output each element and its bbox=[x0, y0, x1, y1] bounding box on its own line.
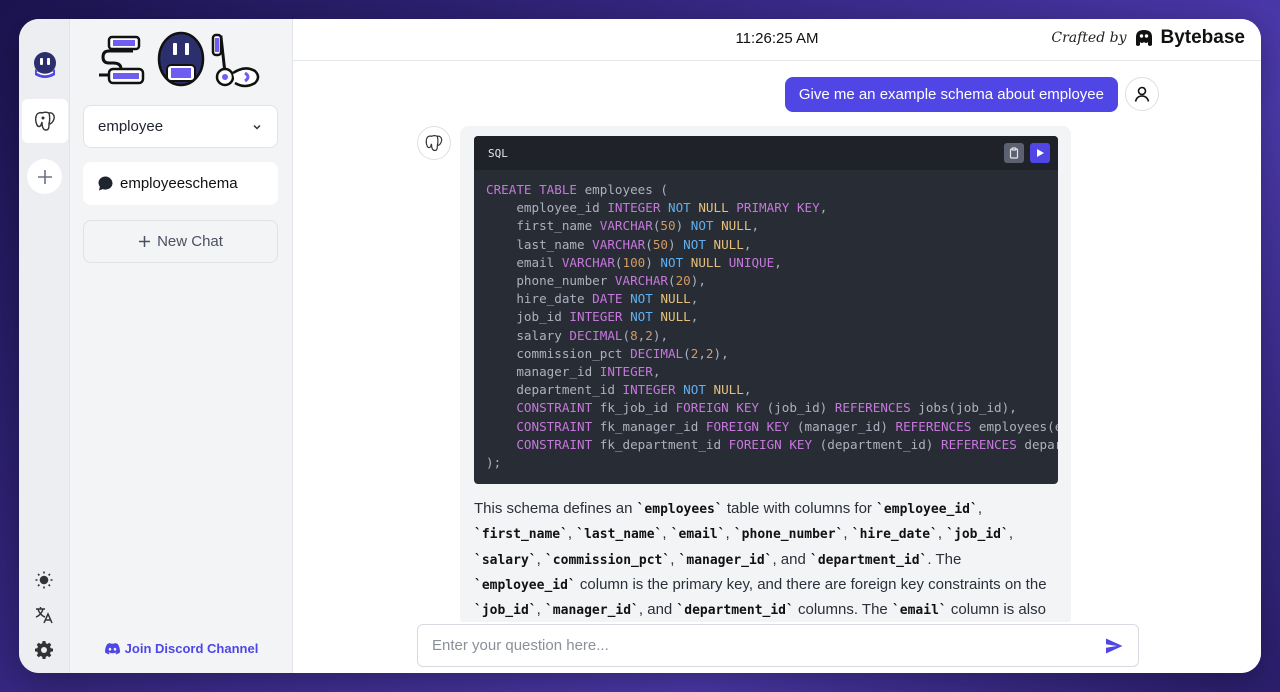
new-chat-label: New Chat bbox=[157, 233, 223, 250]
inline-code: `commission_pct` bbox=[544, 552, 671, 568]
bytebase-logo-icon bbox=[1135, 30, 1152, 46]
code-line: ); bbox=[486, 455, 502, 471]
code-line: CONSTRAINT fk_department_id FOREIGN KEY … bbox=[516, 436, 1058, 452]
inline-code: `department_id` bbox=[810, 552, 928, 568]
explanation-text: , bbox=[1008, 525, 1013, 543]
inline-code: `department_id` bbox=[676, 603, 794, 619]
crafted-by-link[interactable]: Crafted by Bytebase bbox=[1051, 27, 1245, 49]
app-window: employee employeeschema New Chat Join Di… bbox=[19, 19, 1261, 673]
explanation-text: table with columns for bbox=[722, 500, 877, 518]
code-line: hire_date DATE NOT NULL, bbox=[486, 291, 699, 307]
chat-main: 11:26:25 AM Crafted by Bytebase Give me … bbox=[293, 19, 1261, 673]
sql-code: CREATE TABLE employees ( employee_id INT… bbox=[474, 170, 1058, 484]
icon-rail bbox=[19, 19, 70, 673]
chat-scroll-area[interactable]: Give me an example schema about employee… bbox=[293, 62, 1261, 622]
user-avatar-icon bbox=[1125, 77, 1159, 111]
explanation-text: , bbox=[670, 550, 679, 568]
postgres-connection-icon[interactable] bbox=[22, 99, 68, 143]
explanation-text: , bbox=[725, 525, 734, 543]
code-header: SQL bbox=[474, 136, 1058, 170]
discord-icon bbox=[104, 642, 120, 654]
discord-label: Join Discord Channel bbox=[124, 641, 259, 656]
code-line: manager_id INTEGER, bbox=[486, 364, 661, 380]
code-line: CONSTRAINT fk_job_id FOREIGN KEY (job_id… bbox=[516, 400, 1017, 416]
chevron-down-icon bbox=[253, 124, 261, 130]
code-line: phone_number VARCHAR(20), bbox=[486, 273, 706, 289]
explanation-text: This schema defines an bbox=[474, 500, 637, 518]
inline-code: `manager_id` bbox=[678, 552, 773, 568]
code-line: employee_id INTEGER NOT NULL PRIMARY KEY… bbox=[486, 200, 828, 216]
explanation-text: columns. The bbox=[793, 601, 892, 619]
brand-name: Bytebase bbox=[1160, 27, 1246, 48]
run-query-button[interactable] bbox=[1030, 143, 1050, 163]
inline-code: `employee_id` bbox=[474, 577, 576, 593]
crafted-by-label: Crafted by bbox=[1051, 30, 1127, 46]
clipboard-icon bbox=[1009, 147, 1019, 159]
copy-code-button[interactable] bbox=[1004, 143, 1024, 163]
code-line: commission_pct DECIMAL(2,2), bbox=[486, 345, 729, 361]
explanation-text: , and bbox=[638, 601, 677, 619]
code-line: first_name VARCHAR(50) NOT NULL, bbox=[486, 218, 760, 234]
inline-code: `last_name` bbox=[576, 527, 663, 543]
assistant-explanation: This schema defines an `employees` table… bbox=[474, 497, 1058, 622]
explanation-text: , bbox=[843, 525, 852, 543]
assistant-message: SQL CREATE TABLE employees ( employee_id… bbox=[460, 126, 1071, 622]
inline-code: `employees` bbox=[636, 502, 723, 518]
inline-code: `salary` bbox=[474, 552, 537, 568]
assistant-postgres-icon bbox=[417, 126, 451, 160]
theme-toggle-icon[interactable] bbox=[33, 569, 55, 591]
code-line: CREATE TABLE employees ( bbox=[486, 182, 669, 197]
conversation-label: employeeschema bbox=[120, 175, 238, 192]
explanation-text: , bbox=[536, 601, 545, 619]
explanation-text: , bbox=[662, 525, 671, 543]
inline-code: `email` bbox=[670, 527, 726, 543]
explanation-text: column is the primary key, and there are… bbox=[575, 575, 1047, 593]
explanation-text: , and bbox=[772, 550, 810, 568]
conversation-item[interactable]: employeeschema bbox=[83, 162, 278, 205]
code-line: job_id INTEGER NOT NULL, bbox=[486, 309, 699, 325]
user-message: Give me an example schema about employee bbox=[784, 77, 1118, 112]
explanation-text: , bbox=[567, 525, 577, 543]
new-chat-button[interactable]: New Chat bbox=[83, 220, 278, 263]
send-icon[interactable] bbox=[1104, 636, 1124, 656]
sqlchat-logo bbox=[95, 29, 265, 93]
inline-code: `email` bbox=[891, 603, 947, 619]
inline-code: `job_id` bbox=[946, 527, 1009, 543]
code-line: salary DECIMAL(8,2), bbox=[486, 327, 669, 343]
code-line: last_name VARCHAR(50) NOT NULL, bbox=[486, 236, 752, 252]
code-line: CONSTRAINT fk_manager_id FOREIGN KEY (ma… bbox=[516, 418, 1058, 434]
add-connection-button[interactable] bbox=[27, 159, 62, 194]
inline-code: `manager_id` bbox=[544, 603, 639, 619]
code-line: department_id INTEGER NOT NULL, bbox=[486, 382, 752, 398]
explanation-text: , bbox=[937, 525, 947, 543]
code-block: SQL CREATE TABLE employees ( employee_id… bbox=[474, 136, 1058, 485]
inline-code: `hire_date` bbox=[851, 527, 938, 543]
explanation-text: . The bbox=[927, 550, 962, 568]
explanation-text: , bbox=[977, 500, 983, 518]
settings-gear-icon[interactable] bbox=[33, 639, 55, 661]
inline-code: `first_name` bbox=[474, 527, 568, 543]
play-icon bbox=[1037, 149, 1044, 157]
top-bar: 11:26:25 AM Crafted by Bytebase bbox=[293, 19, 1261, 61]
discord-link[interactable]: Join Discord Channel bbox=[70, 641, 293, 656]
chat-bubble-icon bbox=[98, 176, 113, 191]
database-select-value: employee bbox=[98, 118, 164, 135]
question-input[interactable] bbox=[432, 637, 1072, 654]
conversation-sidebar: employee employeeschema New Chat Join Di… bbox=[70, 19, 293, 673]
bot-logo-icon[interactable] bbox=[22, 44, 68, 88]
inline-code: `employee_id` bbox=[876, 502, 978, 518]
code-line: email VARCHAR(100) NOT NULL UNIQUE, bbox=[486, 254, 782, 270]
inline-code: `job_id` bbox=[474, 603, 537, 619]
plus-icon bbox=[139, 236, 151, 247]
database-select[interactable]: employee bbox=[83, 105, 278, 148]
question-input-bar bbox=[417, 624, 1139, 667]
inline-code: `phone_number` bbox=[733, 527, 844, 543]
code-language: SQL bbox=[488, 146, 508, 160]
language-icon[interactable] bbox=[33, 604, 55, 626]
explanation-text: , bbox=[536, 550, 545, 568]
